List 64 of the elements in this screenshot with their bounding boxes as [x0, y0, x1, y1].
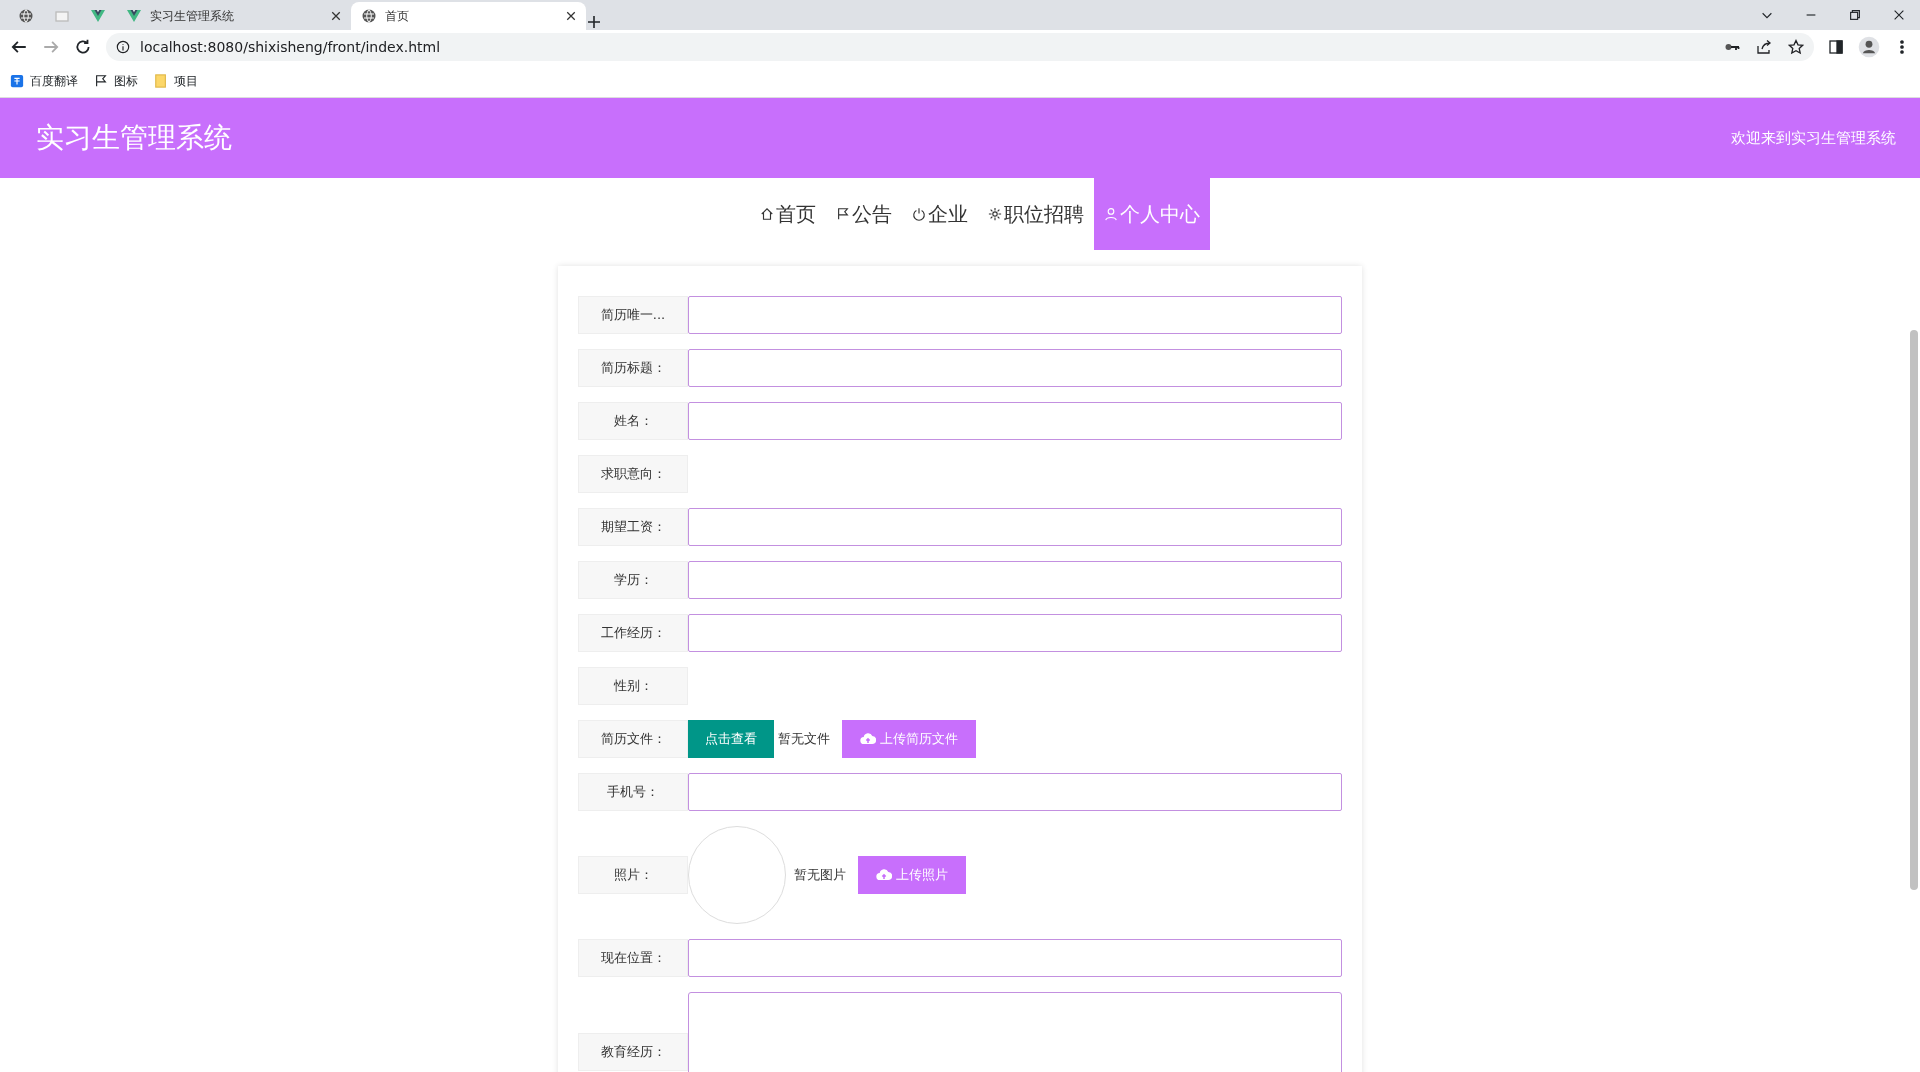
side-panel-icon[interactable] — [1828, 39, 1844, 55]
restore-icon[interactable] — [1848, 8, 1862, 22]
v-logo-icon — [126, 8, 142, 24]
field-label: 教育经历： — [578, 1033, 688, 1071]
cloud-upload-icon — [876, 867, 892, 883]
close-icon[interactable] — [1892, 8, 1906, 22]
field-label: 性别： — [578, 667, 688, 705]
nav-link[interactable]: 企业 — [902, 178, 978, 250]
field-label: 简历唯一... — [578, 296, 688, 334]
flag-icon — [836, 207, 850, 221]
gear-icon — [988, 207, 1002, 221]
status-text: 暂无图片 — [793, 866, 847, 885]
field-label: 学历： — [578, 561, 688, 599]
share-icon[interactable] — [1756, 39, 1772, 55]
field-label: 工作经历： — [578, 614, 688, 652]
text-field[interactable] — [688, 402, 1342, 440]
welcome-text: 欢迎来到实习生管理系统 — [1731, 127, 1896, 149]
browser-tab[interactable]: 实习生管理系统 — [116, 2, 351, 30]
profile-icon[interactable] — [1858, 36, 1880, 58]
field-label: 照片： — [578, 856, 688, 894]
bookmark-item[interactable]: 图标 — [94, 71, 138, 90]
star-icon[interactable] — [1788, 39, 1804, 55]
v-logo-icon — [90, 8, 106, 24]
field-label: 现在位置： — [578, 939, 688, 977]
blank-page-icon — [54, 8, 70, 24]
field-label: 姓名： — [578, 402, 688, 440]
cloud-upload-icon — [860, 731, 876, 747]
field-label: 简历文件： — [578, 720, 688, 758]
view-button[interactable]: 点击查看 — [688, 720, 774, 758]
field-label: 求职意向： — [578, 455, 688, 493]
power-icon — [912, 207, 926, 221]
text-field[interactable] — [688, 296, 1342, 334]
info-icon[interactable] — [116, 40, 130, 54]
new-tab-icon[interactable] — [586, 14, 602, 30]
address-bar[interactable]: localhost:8080/shixisheng/front/index.html — [106, 33, 1814, 61]
reload-icon[interactable] — [74, 38, 92, 56]
bookmark-item[interactable]: 百度翻译 — [10, 71, 78, 90]
bookmark-item[interactable]: 项目 — [154, 71, 198, 90]
browser-tab[interactable]: 首页 — [351, 2, 586, 30]
folder-icon — [154, 73, 168, 88]
close-icon[interactable] — [331, 11, 341, 21]
text-field[interactable] — [688, 614, 1342, 652]
person-icon — [1104, 207, 1118, 221]
close-icon[interactable] — [566, 11, 576, 21]
scrollbar-thumb[interactable] — [1910, 330, 1918, 890]
globe-icon — [361, 8, 377, 24]
url-text: localhost:8080/shixisheng/front/index.html — [140, 37, 441, 57]
home-icon — [760, 207, 774, 221]
text-field[interactable] — [688, 508, 1342, 546]
field-label: 简历标题： — [578, 349, 688, 387]
nav-link[interactable]: 职位招聘 — [978, 178, 1094, 250]
nav-link[interactable]: 公告 — [826, 178, 902, 250]
status-text: 暂无文件 — [777, 730, 831, 749]
site-title: 实习生管理系统 — [36, 120, 232, 156]
nav-link[interactable]: 首页 — [750, 178, 826, 250]
text-field[interactable] — [688, 939, 1342, 977]
field-label: 手机号： — [578, 773, 688, 811]
text-field[interactable] — [688, 349, 1342, 387]
flag-icon — [94, 73, 108, 88]
text-field[interactable] — [688, 561, 1342, 599]
field-label: 期望工资： — [578, 508, 688, 546]
globe-icon — [18, 8, 34, 24]
translate-icon — [10, 73, 24, 88]
text-field[interactable] — [688, 773, 1342, 811]
